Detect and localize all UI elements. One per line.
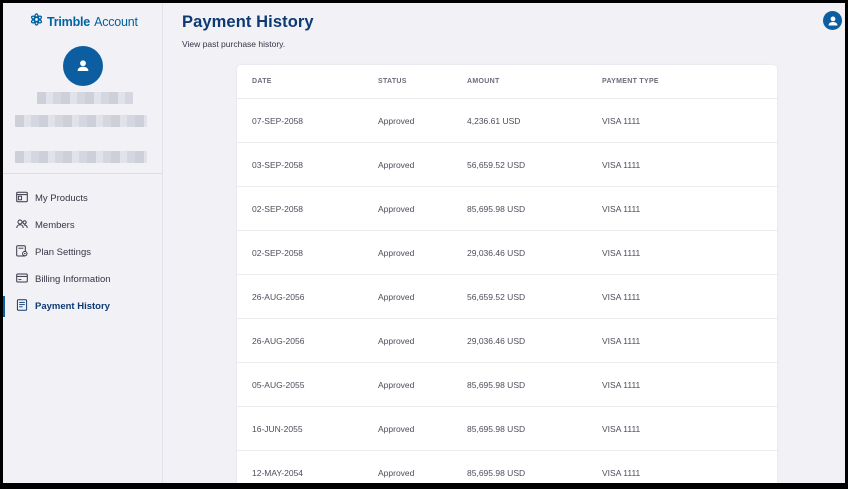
table-row[interactable]: 02-SEP-2058 Approved 85,695.98 USD VISA … [237, 187, 777, 231]
cell-amount: 85,695.98 USD [467, 203, 526, 214]
cell-payment-type: VISA 1111 [602, 115, 641, 126]
column-header-payment-type[interactable]: PAYMENT TYPE [602, 78, 777, 85]
cell-date: 16-JUN-2055 [252, 423, 303, 434]
plan-settings-icon [16, 245, 35, 260]
billing-icon [16, 272, 35, 287]
cell-date: 26-AUG-2056 [252, 335, 305, 346]
cell-payment-type: VISA 1111 [602, 379, 641, 390]
sidebar: Trimble Account My Products Members Plan… [3, 3, 163, 483]
redacted-user-name [37, 92, 133, 104]
payment-history-table: DATE STATUS AMOUNT PAYMENT TYPE 07-SEP-2… [237, 65, 777, 483]
cell-amount: 4,236.61 USD [467, 115, 521, 126]
sidebar-item-members[interactable]: Members [3, 212, 163, 239]
cell-status: Approved [378, 423, 415, 434]
cell-amount: 85,695.98 USD [467, 379, 526, 390]
sidebar-item-payment-history[interactable]: Payment History [3, 293, 163, 320]
table-row[interactable]: 07-SEP-2058 Approved 4,236.61 USD VISA 1… [237, 99, 777, 143]
cell-status: Approved [378, 203, 415, 214]
table-header: DATE STATUS AMOUNT PAYMENT TYPE [237, 65, 777, 99]
cell-status: Approved [378, 379, 415, 390]
cell-amount: 29,036.46 USD [467, 247, 526, 258]
app-window: Trimble Account My Products Members Plan… [3, 3, 845, 483]
sidebar-item-label: Billing Information [35, 274, 111, 285]
sidebar-nav: My Products Members Plan Settings Billin… [3, 185, 163, 320]
table-row[interactable]: 26-AUG-2056 Approved 56,659.52 USD VISA … [237, 275, 777, 319]
page-subtitle: View past purchase history. [182, 39, 286, 49]
cell-amount: 56,659.52 USD [467, 159, 526, 170]
column-header-status[interactable]: STATUS [378, 78, 467, 85]
table-row[interactable]: 16-JUN-2055 Approved 85,695.98 USD VISA … [237, 407, 777, 451]
trimble-logo-icon [30, 13, 43, 31]
cell-status: Approved [378, 467, 415, 478]
cell-date: 12-MAY-2054 [252, 467, 304, 478]
page-title: Payment History [182, 13, 314, 31]
payment-history-icon [16, 299, 35, 314]
sidebar-item-label: Payment History [35, 301, 110, 312]
column-header-date[interactable]: DATE [237, 78, 378, 85]
cell-amount: 56,659.52 USD [467, 291, 526, 302]
table-row[interactable]: 26-AUG-2056 Approved 29,036.46 USD VISA … [237, 319, 777, 363]
cell-status: Approved [378, 291, 415, 302]
cell-payment-type: VISA 1111 [602, 467, 641, 478]
table-row[interactable]: 02-SEP-2058 Approved 29,036.46 USD VISA … [237, 231, 777, 275]
sidebar-item-plan-settings[interactable]: Plan Settings [3, 239, 163, 266]
cell-status: Approved [378, 115, 415, 126]
table-row[interactable]: 03-SEP-2058 Approved 56,659.52 USD VISA … [237, 143, 777, 187]
cell-date: 07-SEP-2058 [252, 115, 304, 126]
cell-payment-type: VISA 1111 [602, 203, 641, 214]
cell-amount: 29,036.46 USD [467, 335, 526, 346]
cell-status: Approved [378, 247, 415, 258]
cell-date: 02-SEP-2058 [252, 203, 304, 214]
cell-amount: 85,695.98 USD [467, 467, 526, 478]
cell-status: Approved [378, 159, 415, 170]
products-icon [16, 191, 35, 206]
redacted-user-email [15, 115, 147, 127]
user-icon [828, 16, 837, 25]
logo-brand: Trimble [47, 15, 91, 29]
sidebar-item-billing-information[interactable]: Billing Information [3, 266, 163, 293]
members-icon [16, 218, 35, 233]
cell-payment-type: VISA 1111 [602, 335, 641, 346]
sidebar-divider [3, 173, 163, 174]
user-icon [77, 60, 89, 71]
cell-payment-type: VISA 1111 [602, 291, 641, 302]
cell-payment-type: VISA 1111 [602, 423, 641, 434]
cell-amount: 85,695.98 USD [467, 423, 526, 434]
redacted-account-name [15, 151, 147, 163]
sidebar-item-label: Members [35, 220, 75, 231]
cell-date: 26-AUG-2056 [252, 291, 305, 302]
column-header-amount[interactable]: AMOUNT [467, 78, 602, 85]
cell-date: 05-AUG-2055 [252, 379, 305, 390]
sidebar-item-label: Plan Settings [35, 247, 91, 258]
cell-date: 02-SEP-2058 [252, 247, 304, 258]
cell-payment-type: VISA 1111 [602, 247, 641, 258]
logo-product: Account [94, 15, 138, 29]
table-row[interactable]: 12-MAY-2054 Approved 85,695.98 USD VISA … [237, 451, 777, 483]
cell-payment-type: VISA 1111 [602, 159, 641, 170]
sidebar-item-label: My Products [35, 193, 88, 204]
table-row[interactable]: 05-AUG-2055 Approved 85,695.98 USD VISA … [237, 363, 777, 407]
user-menu-button[interactable] [823, 11, 842, 30]
sidebar-item-my-products[interactable]: My Products [3, 185, 163, 212]
cell-date: 03-SEP-2058 [252, 159, 304, 170]
logo[interactable]: Trimble Account [30, 13, 138, 31]
avatar [63, 46, 103, 86]
cell-status: Approved [378, 335, 415, 346]
